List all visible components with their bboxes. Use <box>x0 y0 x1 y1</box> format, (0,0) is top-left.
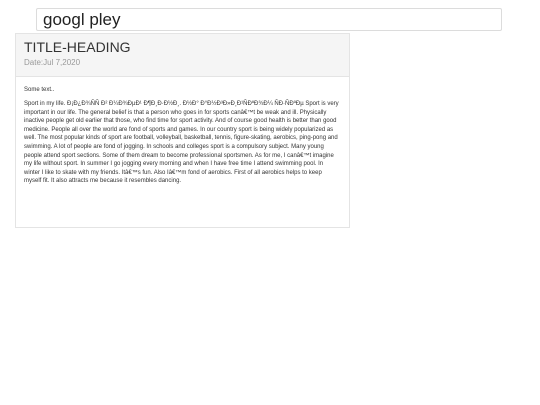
search-box[interactable] <box>36 8 502 31</box>
post-body-text: Sport in my life. Ð¡Ð¿Ð¾ÑÑ Ð² Ð¼Ð¾ÐµÐ¹ Ð… <box>24 101 339 185</box>
search-input[interactable] <box>43 9 493 30</box>
post-card: TITLE-HEADING Date:Jul 7,2020 Some text.… <box>15 33 350 228</box>
post-date: Date:Jul 7,2020 <box>24 58 81 67</box>
post-card-header: TITLE-HEADING Date:Jul 7,2020 <box>16 34 349 77</box>
post-intro: Some text.. <box>24 87 55 93</box>
post-title: TITLE-HEADING <box>24 39 131 55</box>
post-card-body: Some text.. Sport in my life. Ð¡Ð¿Ð¾ÑÑ Ð… <box>24 86 340 186</box>
